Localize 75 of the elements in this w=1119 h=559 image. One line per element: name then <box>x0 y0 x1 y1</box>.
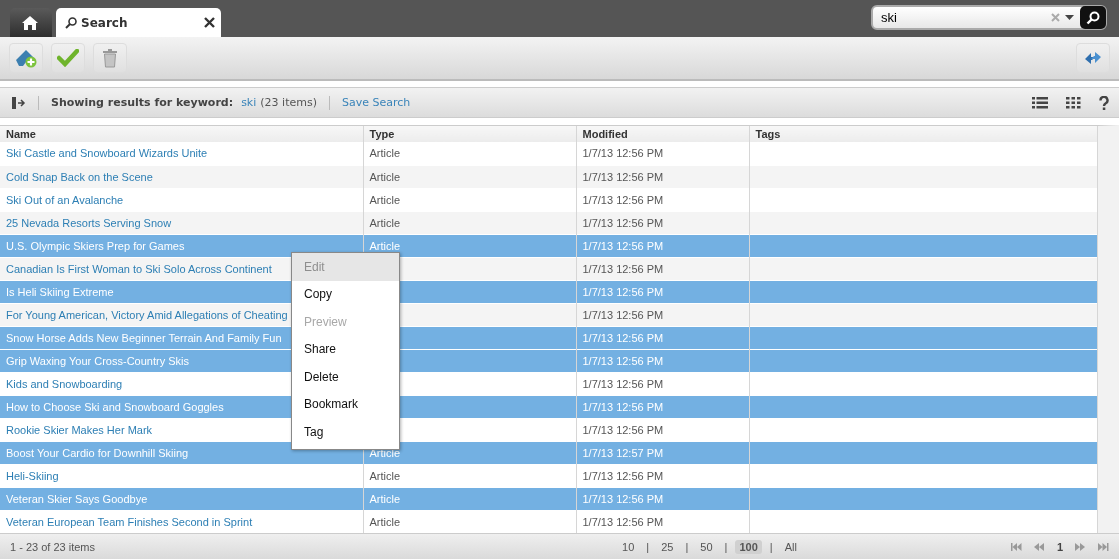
modified-cell[interactable]: 1/7/13 12:56 PM <box>576 372 749 395</box>
add-button[interactable] <box>9 43 43 73</box>
column-header[interactable]: Type <box>363 126 576 142</box>
column-header[interactable]: Tags <box>749 126 1098 142</box>
home-tab[interactable] <box>10 8 52 37</box>
list-view-icon[interactable] <box>1032 96 1048 109</box>
item-link[interactable]: Ski Castle and Snowboard Wizards Unite <box>6 147 208 160</box>
trash-icon <box>102 48 118 68</box>
menu-item[interactable]: Share <box>292 335 399 363</box>
separator-text: | <box>769 540 773 553</box>
search-icon <box>65 16 77 29</box>
item-link[interactable]: Rookie Skier Makes Her Mark <box>6 423 153 436</box>
modified-cell[interactable]: 1/7/13 12:56 PM <box>576 418 749 441</box>
modified-cell[interactable]: 1/7/13 12:56 PM <box>576 211 749 234</box>
item-link[interactable]: Veteran European Team Finishes Second in Sprint <box>6 515 253 528</box>
save-search-link[interactable]: Save Search <box>341 96 411 109</box>
grid-view-icon[interactable] <box>1066 96 1081 109</box>
item-link[interactable]: Heli-Skiing <box>6 469 59 482</box>
type-text: Article <box>369 239 401 252</box>
first-page-icon[interactable] <box>1010 542 1022 551</box>
page-number: 1 <box>1056 540 1063 553</box>
close-icon[interactable] <box>204 17 215 28</box>
modified-cell[interactable]: 1/7/13 12:56 PM <box>576 142 749 165</box>
menu-item[interactable]: Tag <box>292 418 399 446</box>
type-text: Article <box>369 147 401 160</box>
page-size-option[interactable]: 25 <box>657 539 678 554</box>
checkmark-icon <box>57 49 79 67</box>
results-label: Showing results for keyword: <box>51 96 234 109</box>
modified-cell[interactable]: 1/7/13 12:56 PM <box>576 257 749 280</box>
next-page-icon[interactable] <box>1075 542 1086 551</box>
modified-cell[interactable]: 1/7/13 12:56 PM <box>576 165 749 188</box>
search-button[interactable] <box>1080 6 1106 29</box>
search-field[interactable]: ski <box>881 10 1051 25</box>
separator-text: | <box>685 540 689 553</box>
previous-page-icon[interactable] <box>1033 542 1045 551</box>
type-text: Article <box>369 193 401 206</box>
page-size-option[interactable]: 10 <box>618 539 639 554</box>
last-page-icon[interactable] <box>1098 542 1109 551</box>
modified-cell[interactable]: 1/7/13 12:56 PM <box>576 188 749 211</box>
separator-text: | <box>646 540 650 553</box>
type-text: Article <box>369 492 401 505</box>
separator-text: | <box>724 540 728 553</box>
item-link[interactable]: Canadian Is First Woman to Ski Solo Across Continent <box>6 262 272 275</box>
menu-item[interactable]: Bookmark <box>292 390 399 418</box>
item-link[interactable]: For Young American, Victory Amid Allegations of Cheating <box>6 308 288 321</box>
delete-button[interactable] <box>93 43 127 73</box>
page-size-option[interactable]: 100 <box>735 539 762 554</box>
dropdown-caret-icon[interactable] <box>1065 15 1074 20</box>
modified-cell[interactable]: 1/7/13 12:56 PM <box>576 303 749 326</box>
item-link[interactable]: Ski Out of an Avalanche <box>6 193 124 206</box>
search-tab[interactable]: Search <box>56 8 221 37</box>
menu-item[interactable]: Copy <box>292 280 399 308</box>
search-box[interactable]: ski <box>871 5 1107 30</box>
type-text: Article <box>369 170 401 183</box>
page-size-option[interactable]: All <box>780 539 801 554</box>
item-link[interactable]: Kids and Snowboarding <box>6 377 123 390</box>
item-link[interactable]: Cold Snap Back on the Scene <box>6 170 153 183</box>
type-text: Article <box>369 469 401 482</box>
results-count: (23 items) <box>260 96 317 109</box>
keyword-link[interactable]: ski <box>241 96 257 109</box>
search-icon <box>1086 10 1100 25</box>
column-header[interactable]: Name <box>0 126 363 142</box>
modified-cell[interactable]: 1/7/13 12:56 PM <box>576 464 749 487</box>
help-icon[interactable] <box>1099 95 1109 110</box>
menu-item[interactable]: Delete <box>292 363 399 391</box>
item-link[interactable]: 25 Nevada Resorts Serving Snow <box>6 216 172 229</box>
add-arrow-icon <box>14 48 38 68</box>
refresh-button[interactable] <box>1076 43 1110 73</box>
type-text: Article <box>369 216 401 229</box>
page-size-option[interactable]: 50 <box>696 539 717 554</box>
type-text: Article <box>369 515 401 528</box>
items-summary: 1 - 23 of 23 items <box>10 540 95 553</box>
home-icon <box>22 15 38 30</box>
column-header[interactable]: Modified <box>576 126 749 142</box>
export-icon[interactable] <box>12 96 26 109</box>
